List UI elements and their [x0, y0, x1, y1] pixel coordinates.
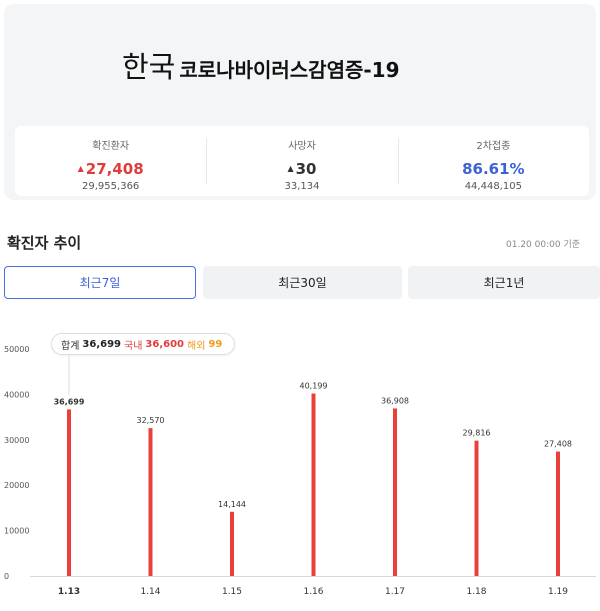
y-tick-label: 50000 — [4, 345, 29, 354]
tooltip-domestic-label: 국내 — [124, 340, 143, 352]
x-tick-label: 1.17 — [385, 587, 405, 597]
y-tick-label: 10000 — [4, 527, 29, 536]
chart-tooltip: 합계 36,699 국내 36,600 해외 99 — [51, 333, 236, 355]
x-tick-label: 1.19 — [548, 587, 568, 597]
y-tick-label: 40000 — [4, 390, 29, 399]
tooltip-overseas-label: 해외 — [187, 340, 206, 352]
data-label: 32,570 — [137, 416, 165, 425]
data-label: 36,908 — [381, 396, 409, 405]
y-tick-label: 30000 — [4, 436, 29, 445]
data-label: 27,408 — [544, 440, 572, 449]
bar — [230, 511, 234, 576]
x-tick-label: 1.14 — [140, 587, 160, 597]
data-label: 29,816 — [463, 429, 491, 438]
x-tick-label: 1.16 — [303, 587, 323, 597]
tooltip-total-label: 합계 — [61, 340, 80, 352]
bar — [393, 408, 397, 576]
confirmed-cases-chart: 0 10000 20000 30000 40000 50000 36,699 1.13 32,5… — [4, 345, 596, 597]
data-label: 36,699 — [54, 397, 85, 406]
data-label: 40,199 — [300, 381, 328, 390]
bar — [148, 428, 153, 576]
bar — [556, 451, 560, 576]
data-label: 14,144 — [218, 500, 246, 509]
x-tick-label: 1.13 — [58, 587, 80, 597]
bar — [67, 409, 71, 576]
y-tick-label: 0 — [4, 572, 9, 581]
x-tick-label: 1.15 — [222, 587, 242, 597]
x-tick-label: 1.18 — [466, 587, 486, 597]
tooltip-overseas-value: 99 — [208, 338, 223, 350]
tooltip-domestic-value: 36,600 — [145, 338, 184, 350]
tooltip-total-value: 36,699 — [82, 338, 121, 350]
y-tick-label: 20000 — [4, 481, 29, 490]
bar — [311, 393, 316, 576]
bar — [474, 440, 479, 576]
